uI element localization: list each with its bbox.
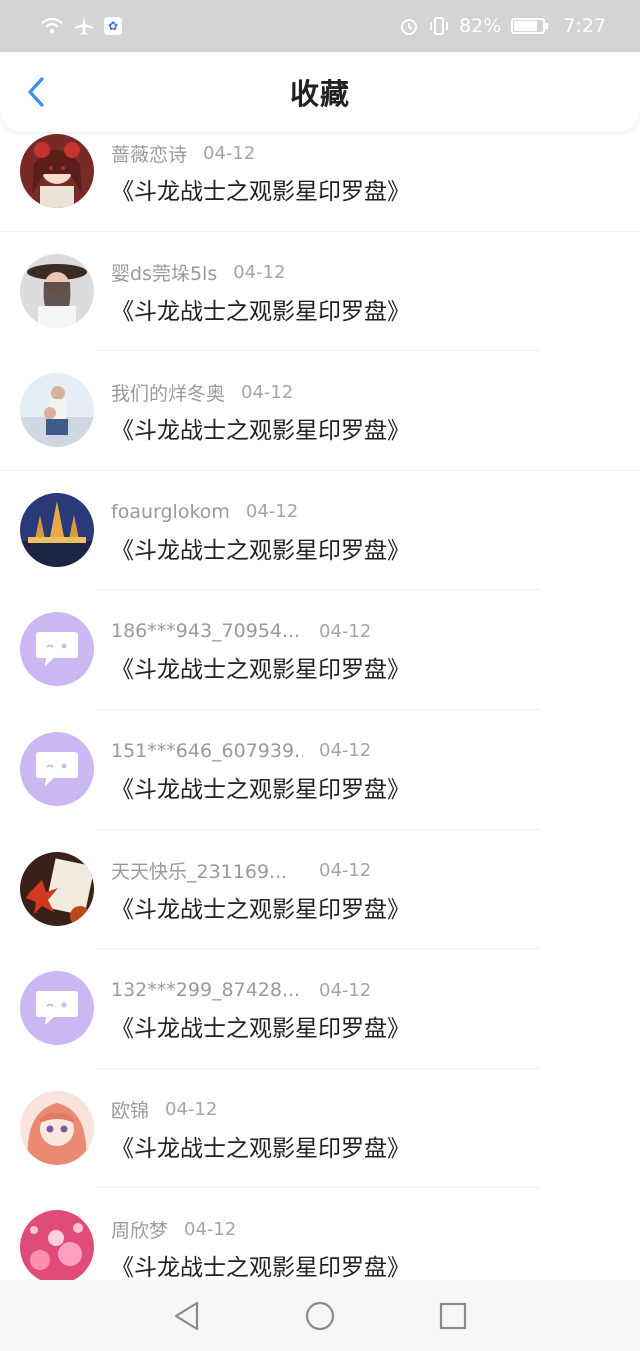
item-title[interactable]: 《斗龙战士之观影星印罗盘》	[111, 890, 410, 924]
user-name[interactable]: 186***943_70954...	[111, 620, 303, 642]
avatar[interactable]	[20, 731, 94, 806]
user-name[interactable]: 151***646_607939...	[111, 740, 303, 762]
vibrate-icon	[429, 16, 449, 36]
list-item[interactable]: 132***299_87428... 04-12 《斗龙战士之观影星印罗盘》	[0, 949, 640, 1069]
system-nav-bar	[0, 1280, 640, 1351]
list-item[interactable]: 欧锦 04-12 《斗龙战士之观影星印罗盘》	[0, 1069, 640, 1189]
avatar[interactable]	[20, 1090, 94, 1165]
item-title[interactable]: 《斗龙战士之观影星印罗盘》	[111, 1129, 410, 1163]
avatar[interactable]	[20, 134, 94, 208]
item-title[interactable]: 《斗龙战士之观影星印罗盘》	[111, 411, 410, 445]
user-name[interactable]: 我们的烊冬奥	[111, 379, 225, 406]
item-title[interactable]: 《斗龙战士之观影星印罗盘》	[111, 172, 410, 206]
list-item[interactable]: 151***646_607939... 04-12 《斗龙战士之观影星印罗盘》	[0, 710, 640, 830]
avatar[interactable]	[20, 1210, 94, 1280]
status-right: 82% 7:27	[399, 15, 606, 37]
item-meta: 欧锦 04-12	[111, 1095, 217, 1125]
user-name[interactable]: foaurglokom	[111, 501, 230, 523]
list-item[interactable]: 天天快乐_231169... 04-12 《斗龙战士之观影星印罗盘》	[0, 830, 640, 950]
item-meta: 我们的烊冬奥 04-12	[111, 377, 293, 407]
nav-recents-button[interactable]	[435, 1298, 471, 1334]
nav-back-button[interactable]	[169, 1298, 205, 1334]
item-date: 04-12	[184, 1218, 237, 1240]
item-date: 04-12	[319, 620, 372, 642]
avatar[interactable]	[20, 612, 94, 687]
item-date: 04-12	[233, 262, 286, 284]
avatar[interactable]	[20, 851, 94, 926]
battery-percent: 82%	[459, 15, 502, 37]
avatar[interactable]	[20, 971, 94, 1046]
item-title[interactable]: 《斗龙战士之观影星印罗盘》	[111, 770, 410, 804]
chat-bubble-icon	[36, 632, 78, 667]
item-date: 04-12	[245, 501, 299, 523]
list-item[interactable]: 周欣梦 04-12 《斗龙战士之观影星印罗盘》	[0, 1188, 640, 1280]
list-item[interactable]: foaurglokom 04-12 《斗龙战士之观影星印罗盘》	[0, 471, 640, 591]
status-left: ✿	[40, 16, 122, 36]
item-title[interactable]: 《斗龙战士之观影星印罗盘》	[111, 650, 410, 684]
item-title[interactable]: 《斗龙战士之观影星印罗盘》	[111, 292, 410, 326]
user-name[interactable]: 周欣梦	[111, 1216, 168, 1243]
avatar[interactable]	[20, 492, 94, 567]
battery-icon	[511, 18, 549, 34]
item-meta: 天天快乐_231169... 04-12	[111, 856, 371, 886]
user-name[interactable]: 婴ds莞垛5ls	[111, 259, 217, 286]
circle-home-icon	[305, 1301, 335, 1330]
user-name[interactable]: 132***299_87428...	[111, 979, 303, 1001]
nav-home-button[interactable]	[302, 1298, 338, 1334]
item-meta: 周欣梦 04-12	[111, 1214, 236, 1244]
item-date: 04-12	[319, 740, 372, 762]
item-meta: 151***646_607939... 04-12	[111, 736, 371, 766]
item-date: 04-12	[319, 979, 372, 1001]
square-recents-icon	[440, 1302, 467, 1329]
status-bar: ✿ 82% 7:27	[0, 0, 640, 52]
avatar[interactable]	[20, 373, 94, 448]
clock: 7:27	[563, 15, 606, 37]
item-title[interactable]: 《斗龙战士之观影星印罗盘》	[111, 1009, 410, 1043]
chevron-left-icon	[28, 77, 44, 107]
item-date: 04-12	[165, 1099, 218, 1121]
user-name[interactable]: 欧锦	[111, 1096, 149, 1123]
item-date: 04-12	[319, 860, 372, 882]
item-meta: 132***299_87428... 04-12	[111, 975, 371, 1005]
item-meta: foaurglokom 04-12	[111, 497, 298, 527]
item-meta: 蔷薇恋诗 04-12	[111, 138, 255, 168]
baidu-paw-icon: ✿	[104, 17, 122, 35]
item-title[interactable]: 《斗龙战士之观影星印罗盘》	[111, 531, 410, 565]
list-item[interactable]: 我们的烊冬奥 04-12 《斗龙战士之观影星印罗盘》	[0, 351, 640, 471]
item-date: 04-12	[241, 381, 294, 403]
chat-bubble-icon	[36, 991, 78, 1026]
chat-bubble-icon	[36, 751, 78, 786]
item-meta: 婴ds莞垛5ls 04-12	[111, 258, 286, 288]
list-item[interactable]: 婴ds莞垛5ls 04-12 《斗龙战士之观影星印罗盘》	[0, 232, 640, 352]
user-name[interactable]: 蔷薇恋诗	[111, 140, 187, 167]
avatar[interactable]	[20, 253, 94, 328]
page-title: 收藏	[289, 77, 350, 111]
back-button[interactable]	[18, 74, 54, 110]
favorites-list: 蔷薇恋诗 04-12 《斗龙战士之观影星印罗盘》 婴ds莞垛5ls 04-12 …	[0, 112, 640, 1280]
item-title[interactable]: 《斗龙战士之观影星印罗盘》	[111, 1248, 410, 1280]
triangle-back-icon	[174, 1301, 198, 1330]
alarm-icon	[399, 16, 419, 36]
list-item[interactable]: 186***943_70954... 04-12 《斗龙战士之观影星印罗盘》	[0, 590, 640, 710]
airplane-icon	[74, 16, 94, 36]
item-meta: 186***943_70954... 04-12	[111, 616, 371, 646]
user-name[interactable]: 天天快乐_231169...	[111, 857, 303, 884]
wifi-icon	[40, 17, 64, 35]
item-date: 04-12	[203, 142, 256, 164]
app-header: 收藏	[0, 52, 640, 132]
